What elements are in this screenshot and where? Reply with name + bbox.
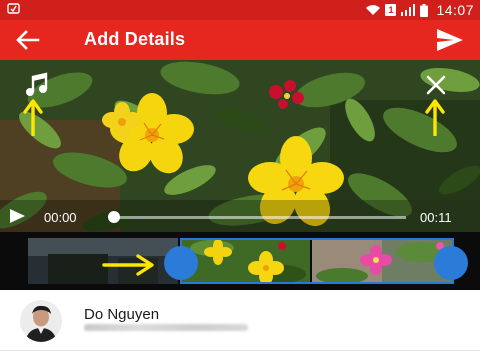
battery-icon (420, 3, 429, 17)
annotation-arrow-up-right (425, 99, 445, 136)
end-time: 00:11 (420, 210, 452, 225)
app-screen: 1 14:07 Add Details 00:00 00:11 Do Nguye… (0, 0, 480, 360)
clock-time: 14:07 (436, 2, 474, 18)
avatar[interactable] (20, 300, 62, 342)
user-email-redacted (84, 324, 248, 331)
page-title: Add Details (84, 29, 186, 49)
send-icon[interactable] (436, 28, 464, 52)
divider (0, 350, 480, 351)
signal-icon (401, 4, 416, 16)
trim-end-handle[interactable] (434, 246, 468, 280)
wifi-icon (366, 5, 381, 15)
seek-thumb[interactable] (108, 211, 120, 223)
close-icon[interactable] (424, 72, 448, 98)
trim-selection-frame (180, 238, 454, 284)
annotation-arrow-right (102, 254, 154, 276)
app-bar: Add Details (0, 20, 480, 60)
video-frame-image (0, 60, 480, 232)
notification-icon (7, 3, 20, 14)
music-note-icon[interactable] (24, 72, 50, 98)
annotation-arrow-up-left (23, 99, 43, 136)
timeline-strip[interactable] (0, 232, 480, 290)
status-bar: 1 14:07 (0, 0, 480, 20)
current-time: 00:00 (44, 210, 77, 225)
play-icon[interactable] (8, 208, 26, 224)
back-arrow-icon[interactable] (14, 28, 40, 52)
user-name: Do Nguyen (84, 306, 160, 323)
video-preview[interactable]: 00:00 00:11 (0, 60, 480, 232)
trim-start-handle[interactable] (164, 246, 198, 280)
sim-icon: 1 (385, 4, 397, 16)
seek-bar[interactable] (112, 216, 406, 219)
